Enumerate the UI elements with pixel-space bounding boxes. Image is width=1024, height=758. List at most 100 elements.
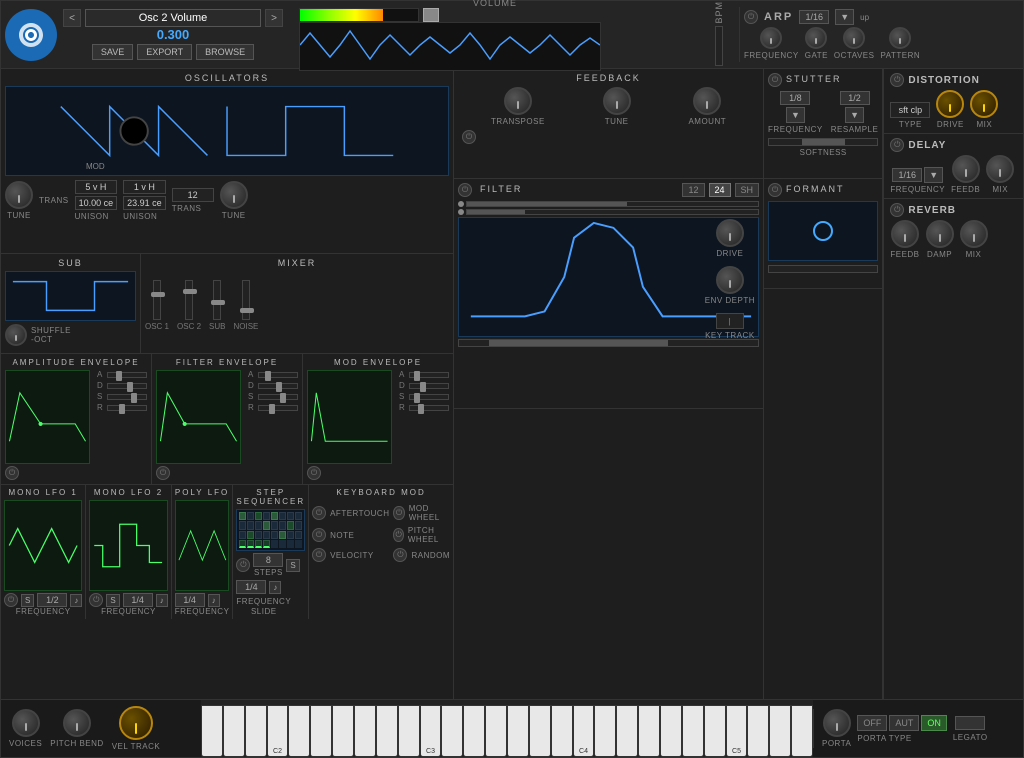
step-cell-4-3[interactable]: [255, 540, 262, 548]
step-cell-1-1[interactable]: [239, 512, 246, 520]
key-white-21[interactable]: [638, 705, 660, 757]
reverb-feedb-knob[interactable]: [891, 220, 919, 248]
step-cell-2-5[interactable]: [271, 521, 278, 529]
porta-knob[interactable]: [823, 709, 851, 737]
filter-d-slider[interactable]: [258, 383, 298, 389]
step-cell-3-4[interactable]: [263, 531, 270, 539]
mod-wheel-power[interactable]: ⏻: [393, 506, 404, 520]
step-cell-4-7[interactable]: [287, 540, 294, 548]
key-white-2[interactable]: [223, 705, 245, 757]
key-white-26[interactable]: [747, 705, 769, 757]
volume-slider-thumb[interactable]: [423, 8, 439, 22]
distortion-drive-knob[interactable]: [936, 90, 964, 118]
key-white-13[interactable]: [463, 705, 485, 757]
arp-freq-dropdown[interactable]: ▼: [835, 9, 854, 25]
delay-feedb-knob[interactable]: [952, 155, 980, 183]
osc-tune2-knob[interactable]: [220, 181, 248, 209]
step-cell-2-1[interactable]: [239, 521, 246, 529]
osc-tune-knob[interactable]: [5, 181, 33, 209]
lfo2-note-btn[interactable]: ♪: [156, 594, 168, 607]
arp-octaves-knob[interactable]: [843, 27, 865, 49]
key-white-4[interactable]: [267, 705, 289, 757]
step-cell-1-7[interactable]: [287, 512, 294, 520]
random-power[interactable]: ⏻: [393, 548, 407, 562]
logo-button[interactable]: [5, 9, 57, 61]
amp-s-slider[interactable]: [107, 394, 147, 400]
step-cell-1-6[interactable]: [279, 512, 286, 520]
step-cell-3-5[interactable]: [271, 531, 278, 539]
mod-a-slider[interactable]: [409, 372, 449, 378]
delay-freq-dropdown[interactable]: ▼: [924, 167, 943, 183]
mixer-sub-slider[interactable]: [213, 280, 221, 320]
mod-env-power[interactable]: ⏻: [307, 466, 321, 480]
step-cell-4-6[interactable]: [279, 540, 286, 548]
porta-on-btn[interactable]: ON: [921, 715, 947, 731]
mixer-noise-slider[interactable]: [242, 280, 250, 320]
mixer-osc1-slider[interactable]: [153, 280, 161, 320]
step-seq-power[interactable]: ⏻: [236, 558, 250, 572]
step-cell-4-2[interactable]: [247, 540, 254, 548]
key-white-7[interactable]: [332, 705, 354, 757]
arp-power-button[interactable]: ⏻: [744, 10, 758, 24]
filter-key-track-slider[interactable]: |: [716, 313, 744, 329]
step-cell-2-4[interactable]: [263, 521, 270, 529]
key-white-15[interactable]: [507, 705, 529, 757]
feedback-tune-knob[interactable]: [603, 87, 631, 115]
key-white-11[interactable]: [420, 705, 442, 757]
formant-circle[interactable]: [813, 221, 833, 241]
filter-a-slider[interactable]: [258, 372, 298, 378]
step-seq-note-btn[interactable]: ♪: [269, 581, 281, 594]
porta-off-btn[interactable]: OFF: [857, 715, 887, 731]
stutter-resample-dropdown[interactable]: ▼: [845, 107, 864, 123]
step-cell-1-3[interactable]: [255, 512, 262, 520]
lfo1-note-btn[interactable]: ♪: [70, 594, 82, 607]
filter-s-slider[interactable]: [258, 394, 298, 400]
step-cell-4-8[interactable]: [295, 540, 302, 548]
step-cell-4-4[interactable]: [263, 540, 270, 548]
key-white-20[interactable]: [616, 705, 638, 757]
filter-env-depth-knob[interactable]: [716, 266, 744, 294]
key-white-28[interactable]: [791, 705, 813, 757]
delay-mix-knob[interactable]: [986, 155, 1014, 183]
key-white-10[interactable]: [398, 705, 420, 757]
delay-power[interactable]: ⏻: [890, 138, 904, 152]
key-white-17[interactable]: [551, 705, 573, 757]
vel-track-knob[interactable]: [119, 706, 153, 740]
pitch-bend-knob[interactable]: [63, 709, 91, 737]
key-white-18[interactable]: [573, 705, 595, 757]
step-cell-2-6[interactable]: [279, 521, 286, 529]
key-white-24[interactable]: [704, 705, 726, 757]
mod-r-slider[interactable]: [409, 405, 449, 411]
step-cell-1-8[interactable]: [295, 512, 302, 520]
prev-preset-button[interactable]: <: [63, 9, 81, 27]
next-preset-button[interactable]: >: [265, 9, 283, 27]
amp-r-slider[interactable]: [107, 405, 147, 411]
step-cell-2-3[interactable]: [255, 521, 262, 529]
step-cell-3-8[interactable]: [295, 531, 302, 539]
step-cell-1-4[interactable]: [263, 512, 270, 520]
filter-type-sh[interactable]: SH: [735, 183, 760, 197]
key-white-14[interactable]: [485, 705, 507, 757]
step-seq-sync-btn[interactable]: S: [286, 559, 299, 572]
step-cell-4-1[interactable]: [239, 540, 246, 548]
voices-knob[interactable]: [12, 709, 40, 737]
mixer-osc2-slider[interactable]: [185, 280, 193, 320]
porta-aut-btn[interactable]: AUT: [889, 715, 919, 731]
filter-env-power[interactable]: ⏻: [156, 466, 170, 480]
amp-d-slider[interactable]: [107, 383, 147, 389]
lfo2-power[interactable]: ⏻: [89, 593, 103, 607]
distortion-mix-knob[interactable]: [970, 90, 998, 118]
key-white-22[interactable]: [660, 705, 682, 757]
key-white-23[interactable]: [682, 705, 704, 757]
step-cell-3-2[interactable]: [247, 531, 254, 539]
note-power[interactable]: ⏻: [312, 528, 326, 542]
lfo1-sync-btn[interactable]: S: [21, 594, 34, 607]
arp-pattern-knob[interactable]: [889, 27, 911, 49]
step-cell-3-3[interactable]: [255, 531, 262, 539]
aftertouch-power[interactable]: ⏻: [312, 506, 326, 520]
poly-lfo-note-btn[interactable]: ♪: [208, 594, 220, 607]
mod-s-slider[interactable]: [409, 394, 449, 400]
filter-r-slider[interactable]: [258, 405, 298, 411]
key-white-6[interactable]: [310, 705, 332, 757]
step-cell-3-6[interactable]: [279, 531, 286, 539]
